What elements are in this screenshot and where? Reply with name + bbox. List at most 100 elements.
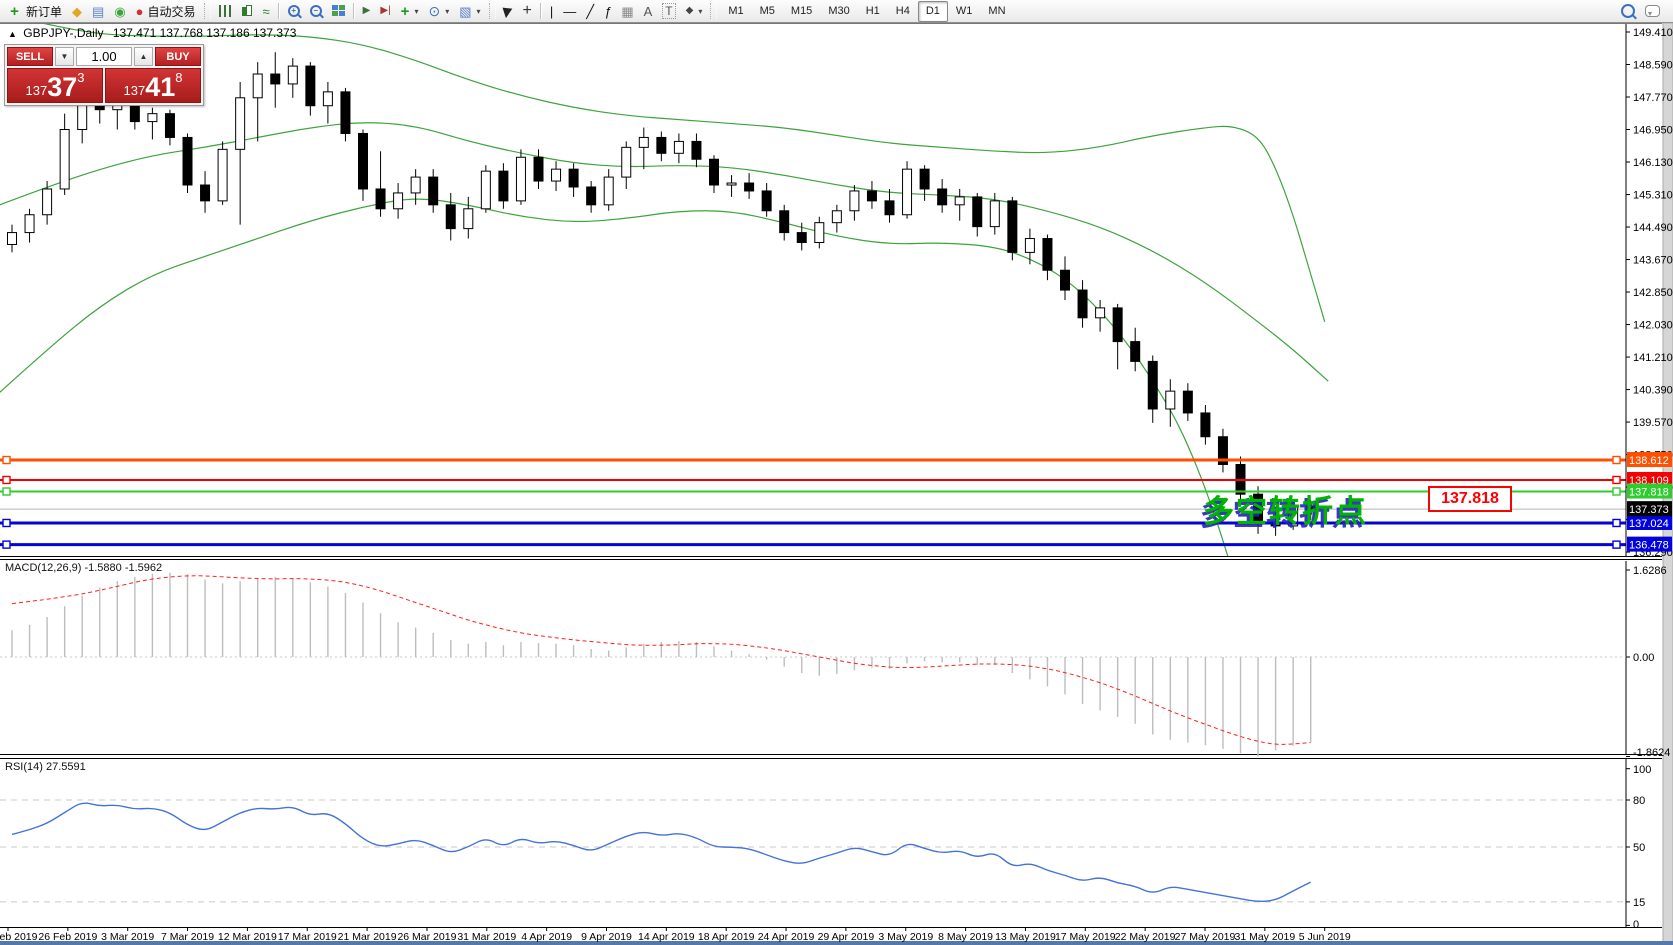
zoom-in-icon: + <box>288 5 300 17</box>
price-level-annotation[interactable]: 137.818 <box>1428 486 1512 512</box>
date-axis-label: 9 Apr 2019 <box>581 931 632 943</box>
candle <box>201 185 210 201</box>
collapse-arrow-icon[interactable]: ▲ <box>8 29 17 39</box>
tf-m30-button[interactable]: M30 <box>820 1 857 22</box>
candle <box>762 191 771 211</box>
turning-point-annotation[interactable]: 多空转折点 <box>1203 486 1368 531</box>
new-order-button[interactable]: + 新订单 <box>2 1 67 22</box>
date-axis-label: 26 Mar 2019 <box>397 931 456 943</box>
sell-price-sup: 3 <box>77 70 84 85</box>
chat-button[interactable] <box>1640 1 1665 22</box>
line-handle[interactable] <box>3 488 10 495</box>
line-handle[interactable] <box>3 457 10 464</box>
line-handle[interactable] <box>3 476 10 483</box>
line-handle[interactable] <box>1613 476 1620 483</box>
auto-scroll-button[interactable]: ▶ <box>358 1 376 22</box>
tile-windows-icon <box>332 5 345 17</box>
bar-chart-icon <box>219 5 231 17</box>
terminal-button[interactable]: ▤ <box>87 1 109 22</box>
text-button[interactable]: A <box>639 1 658 22</box>
price-axis-label: 144.490 <box>1633 222 1673 234</box>
sell-button[interactable]: SELL <box>7 47 53 66</box>
volume-down-button[interactable]: ▼ <box>55 47 74 66</box>
autotrading-icon: ● <box>136 5 144 18</box>
tf-mn-button[interactable]: MN <box>980 1 1013 22</box>
line-handle[interactable] <box>3 541 10 548</box>
candle <box>657 137 666 153</box>
candle <box>534 157 543 181</box>
tf-d1-button[interactable]: D1 <box>918 1 948 22</box>
ticket-button[interactable]: ◆ <box>67 1 87 22</box>
text-icon: A <box>644 4 653 19</box>
candle <box>990 201 999 227</box>
tf-m1-button[interactable]: M1 <box>720 1 751 22</box>
line-handle[interactable] <box>1613 488 1620 495</box>
crosshair-button[interactable]: + <box>518 1 537 22</box>
zoom-out-button[interactable]: − <box>305 1 327 22</box>
tf-h4-button[interactable]: H4 <box>888 1 918 22</box>
periods-dropdown[interactable]: ⊙ ▾ <box>423 1 454 22</box>
tf-w1-button[interactable]: W1 <box>948 1 981 22</box>
label-button[interactable]: T <box>657 1 680 22</box>
candle <box>394 193 403 209</box>
candle <box>955 197 964 205</box>
buy-button[interactable]: BUY <box>155 47 201 66</box>
line-handle[interactable] <box>1613 541 1620 548</box>
volume-up-button[interactable]: ▲ <box>134 47 153 66</box>
arrows-icon: ◆ <box>686 6 694 16</box>
trendline-button[interactable]: ╱ <box>581 1 599 22</box>
autotrading-button[interactable]: ● 自动交易 <box>131 1 201 22</box>
line-handle[interactable] <box>1613 457 1620 464</box>
chart-canvas[interactable]: 149.410148.590147.770146.950146.130145.3… <box>0 0 1673 945</box>
vline-button[interactable]: | <box>545 1 558 22</box>
bid-price-tag: 137.373 <box>1629 504 1669 516</box>
fibo-button[interactable]: ƒ <box>599 1 616 22</box>
candle <box>920 169 929 189</box>
line-handle[interactable] <box>3 519 10 526</box>
hline-button[interactable]: — <box>558 1 581 22</box>
arrows-dropdown[interactable]: ◆ ▾ <box>681 1 708 22</box>
chart-shift-button[interactable]: ▶| <box>375 1 395 22</box>
candle <box>516 157 525 201</box>
indicators-dropdown[interactable]: + ▾ <box>396 1 424 22</box>
price-axis-label: 139.570 <box>1633 417 1673 429</box>
date-axis-label: 18 Apr 2019 <box>698 931 755 943</box>
candle <box>973 197 982 227</box>
candlestick-button[interactable] <box>236 1 258 22</box>
line-chart-button[interactable]: ≈ <box>258 1 275 22</box>
date-axis-label: 8 May 2019 <box>938 931 993 943</box>
volume-input[interactable]: 1.00 <box>76 47 132 66</box>
candle <box>622 147 631 177</box>
tile-windows-button[interactable] <box>327 1 350 22</box>
signals-button[interactable]: ◉ <box>109 1 130 22</box>
tf-m15-button[interactable]: M15 <box>783 1 820 22</box>
bar-chart-button[interactable] <box>214 1 236 22</box>
tf-h1-button[interactable]: H1 <box>858 1 888 22</box>
candle <box>604 177 613 205</box>
candlestick-icon <box>241 5 253 18</box>
templates-dropdown[interactable]: ▧ ▾ <box>454 1 485 22</box>
buy-price-box[interactable]: 137418 <box>105 68 201 103</box>
rsi-axis-label: 50 <box>1633 842 1645 854</box>
sell-price-box[interactable]: 137373 <box>7 68 103 103</box>
channel-icon: ▦ <box>621 5 633 18</box>
candle <box>797 233 806 243</box>
channel-button[interactable]: ▦ <box>616 1 638 22</box>
line-handle[interactable] <box>1613 519 1620 526</box>
buy-price-sup: 8 <box>175 70 182 85</box>
crosshair-icon: + <box>523 3 532 19</box>
clock-icon: ⊙ <box>428 4 440 18</box>
candle <box>867 191 876 201</box>
candle <box>903 169 912 215</box>
tf-m5-button[interactable]: M5 <box>752 1 783 22</box>
cursor-button[interactable] <box>499 1 518 22</box>
search-button[interactable] <box>1616 1 1640 22</box>
candle <box>236 98 245 150</box>
zoom-in-button[interactable]: + <box>283 1 305 22</box>
cursor-icon <box>502 4 514 17</box>
indicators-icon: + <box>401 4 410 19</box>
price-axis-label: 146.950 <box>1633 125 1673 137</box>
date-axis-label: 3 May 2019 <box>878 931 933 943</box>
auto-scroll-icon: ▶ <box>363 6 371 16</box>
chevron-down-icon: ▾ <box>445 7 449 16</box>
